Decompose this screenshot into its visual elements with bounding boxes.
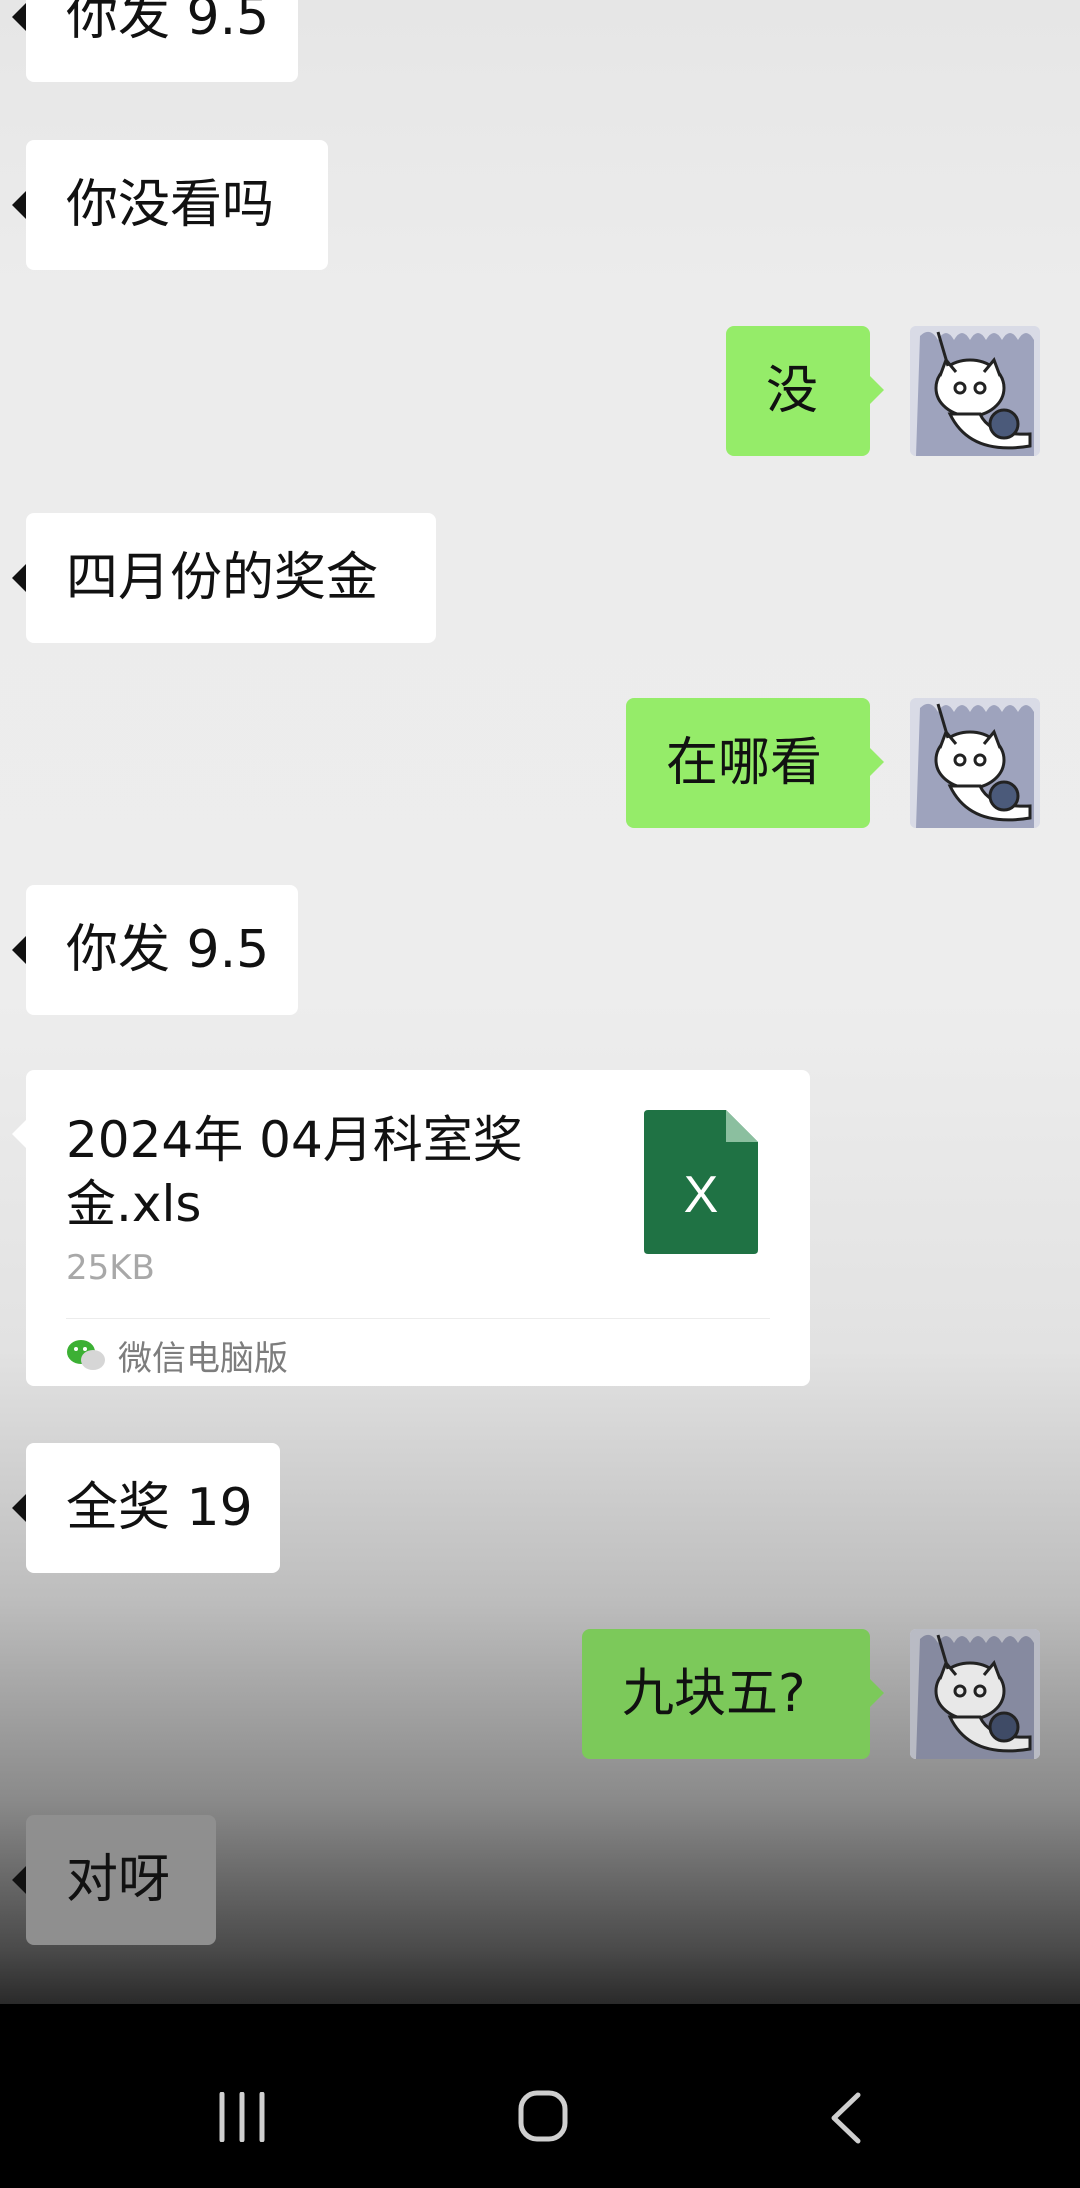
divider bbox=[66, 1318, 770, 1319]
chat-area[interactable]: 你发 9.5 你没看吗 没 四月份的奖金 在哪看 你发 9.5 2024年 04… bbox=[0, 0, 1080, 2004]
incoming-message[interactable]: 你发 9.5 bbox=[12, 0, 298, 82]
back-icon[interactable] bbox=[830, 2092, 862, 2144]
incoming-message[interactable]: 对呀 bbox=[12, 1815, 216, 1945]
incoming-message[interactable]: 四月份的奖金 bbox=[12, 513, 436, 643]
excel-letter: X bbox=[684, 1166, 719, 1224]
bubble-tail bbox=[870, 748, 884, 776]
message-text: 没 bbox=[766, 361, 819, 421]
navigation-bar bbox=[0, 2004, 1080, 2188]
home-icon[interactable] bbox=[518, 2090, 568, 2142]
avatar[interactable] bbox=[910, 698, 1040, 828]
cat-avatar-icon bbox=[910, 1629, 1040, 1759]
recent-apps-icon[interactable] bbox=[216, 2092, 268, 2142]
file-size: 25KB bbox=[66, 1248, 155, 1288]
excel-file-icon: X bbox=[644, 1110, 758, 1254]
outgoing-message[interactable]: 九块五? bbox=[582, 1629, 870, 1759]
message-text: 你没看吗 bbox=[66, 175, 275, 235]
message-text: 全奖 19 bbox=[66, 1478, 253, 1538]
incoming-message[interactable]: 你发 9.5 bbox=[12, 885, 298, 1015]
message-text: 对呀 bbox=[66, 1850, 171, 1910]
bubble-tail bbox=[870, 376, 884, 404]
bubble-tail bbox=[12, 1120, 26, 1148]
message-text: 九块五? bbox=[622, 1664, 806, 1724]
outgoing-message[interactable]: 没 bbox=[726, 326, 870, 456]
message-text: 你发 9.5 bbox=[66, 0, 270, 47]
file-source-label: 微信电脑版 bbox=[118, 1338, 288, 1379]
bubble-tail bbox=[870, 1679, 884, 1707]
cat-avatar-icon bbox=[910, 698, 1040, 828]
file-source: 微信电脑版 bbox=[66, 1330, 288, 1380]
message-text: 四月份的奖金 bbox=[66, 548, 379, 608]
file-message-card[interactable]: 2024年 04月科室奖金.xls 25KB X 微信电脑版 bbox=[26, 1070, 810, 1386]
file-name: 2024年 04月科室奖金.xls bbox=[66, 1111, 523, 1233]
incoming-message[interactable]: 全奖 19 bbox=[12, 1443, 280, 1573]
avatar[interactable] bbox=[910, 1629, 1040, 1759]
incoming-message[interactable]: 你没看吗 bbox=[12, 140, 328, 270]
message-text: 在哪看 bbox=[666, 733, 823, 793]
message-text: 你发 9.5 bbox=[66, 920, 270, 980]
wechat-icon bbox=[67, 1340, 105, 1370]
outgoing-message[interactable]: 在哪看 bbox=[626, 698, 870, 828]
cat-avatar-icon bbox=[910, 326, 1040, 456]
avatar[interactable] bbox=[910, 326, 1040, 456]
